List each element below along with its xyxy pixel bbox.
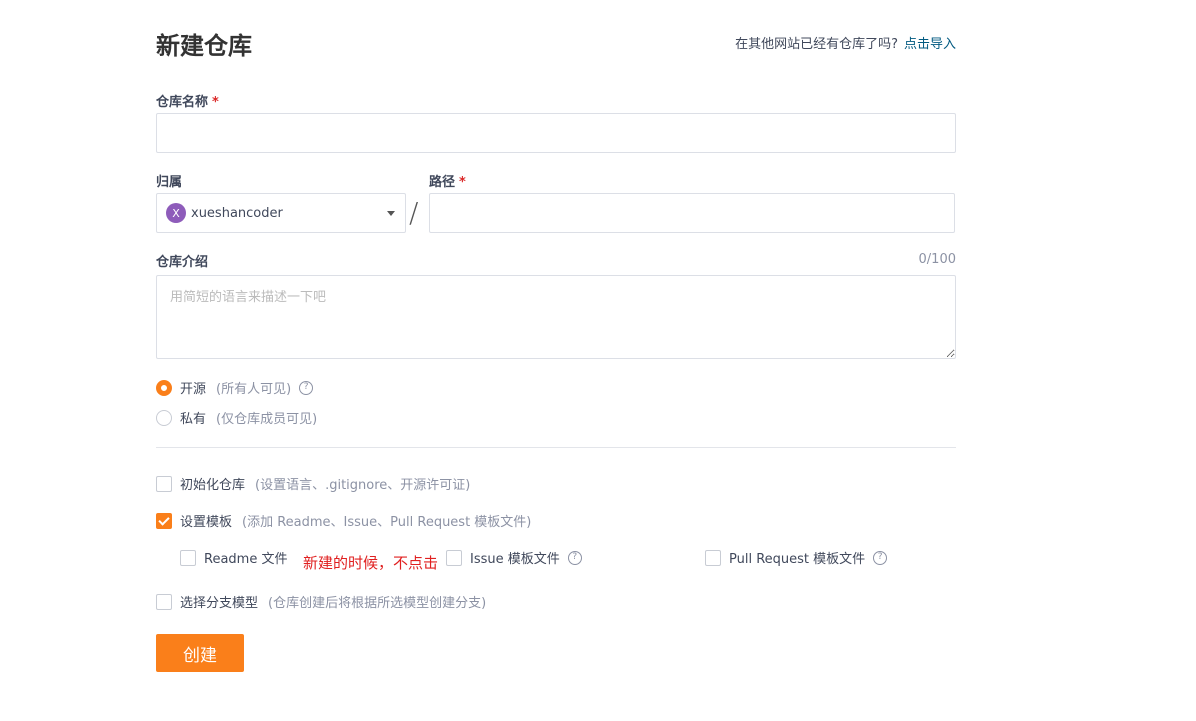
init-repo-note: (设置语言、.gitignore、开源许可证) xyxy=(255,478,471,493)
init-repo-option[interactable]: 初始化仓库 (设置语言、.gitignore、开源许可证) xyxy=(156,474,470,493)
pr-template-checkbox[interactable] xyxy=(705,549,721,566)
branch-model-checkbox[interactable] xyxy=(156,593,172,610)
radio-public[interactable] xyxy=(156,379,172,396)
help-icon[interactable]: ? xyxy=(567,550,582,565)
pr-template-label: Pull Request 模板文件 xyxy=(729,552,866,567)
template-note: (添加 Readme、Issue、Pull Request 模板文件) xyxy=(242,515,532,530)
visibility-private-option[interactable]: 私有 (仅仓库成员可见) xyxy=(156,408,317,427)
description-counter: 0/100 xyxy=(918,252,956,267)
radio-private[interactable] xyxy=(156,409,172,426)
annotation-note: 新建的时候，不点击 xyxy=(303,554,439,572)
private-label: 私有 xyxy=(180,412,207,427)
repo-name-label: 仓库名称 * xyxy=(156,91,219,110)
readme-checkbox[interactable] xyxy=(180,549,196,566)
branch-model-option[interactable]: 选择分支模型 (仓库创建后将根据所选模型创建分支) xyxy=(156,592,486,611)
create-button[interactable]: 创建 xyxy=(156,634,244,672)
pr-template-option[interactable]: Pull Request 模板文件 ? xyxy=(705,548,888,567)
public-label: 开源 xyxy=(180,382,207,397)
path-label-text: 路径 xyxy=(429,175,456,190)
repo-name-input[interactable] xyxy=(156,113,956,153)
owner-name: xueshancoder xyxy=(191,205,283,221)
required-mark: * xyxy=(459,175,466,190)
template-label: 设置模板 xyxy=(180,515,233,530)
caret-down-icon xyxy=(387,211,395,216)
branch-model-label: 选择分支模型 xyxy=(180,596,259,611)
description-label: 仓库介绍 xyxy=(156,255,209,270)
path-label: 路径 * xyxy=(429,171,466,190)
avatar: X xyxy=(166,203,186,223)
issue-template-option[interactable]: Issue 模板文件 ? xyxy=(446,548,582,567)
readme-option[interactable]: Readme 文件 xyxy=(180,548,287,567)
owner-label: 归属 xyxy=(156,175,183,190)
public-note: (所有人可见) xyxy=(216,382,292,397)
required-mark: * xyxy=(212,95,219,110)
import-link[interactable]: 点击导入 xyxy=(904,37,956,52)
init-repo-label: 初始化仓库 xyxy=(180,478,246,493)
path-separator: / xyxy=(409,196,419,229)
issue-template-checkbox[interactable] xyxy=(446,549,462,566)
owner-select[interactable]: X xueshancoder xyxy=(156,193,406,233)
readme-label: Readme 文件 xyxy=(204,552,288,567)
branch-model-note: (仓库创建后将根据所选模型创建分支) xyxy=(268,596,487,611)
import-hint-text: 在其他网站已经有仓库了吗? xyxy=(735,37,898,52)
import-hint: 在其他网站已经有仓库了吗? 点击导入 xyxy=(735,33,956,52)
page-title: 新建仓库 xyxy=(156,32,252,60)
path-input[interactable] xyxy=(429,193,955,233)
divider xyxy=(156,447,956,448)
template-checkbox[interactable] xyxy=(156,512,172,529)
visibility-public-option[interactable]: 开源 (所有人可见) ? xyxy=(156,378,314,397)
help-icon[interactable]: ? xyxy=(873,550,888,565)
repo-name-label-text: 仓库名称 xyxy=(156,95,209,110)
template-option[interactable]: 设置模板 (添加 Readme、Issue、Pull Request 模板文件) xyxy=(156,511,531,530)
issue-template-label: Issue 模板文件 xyxy=(470,552,560,567)
private-note: (仅仓库成员可见) xyxy=(216,412,318,427)
description-textarea[interactable] xyxy=(156,275,956,359)
init-repo-checkbox[interactable] xyxy=(156,475,172,492)
help-icon[interactable]: ? xyxy=(299,380,314,395)
